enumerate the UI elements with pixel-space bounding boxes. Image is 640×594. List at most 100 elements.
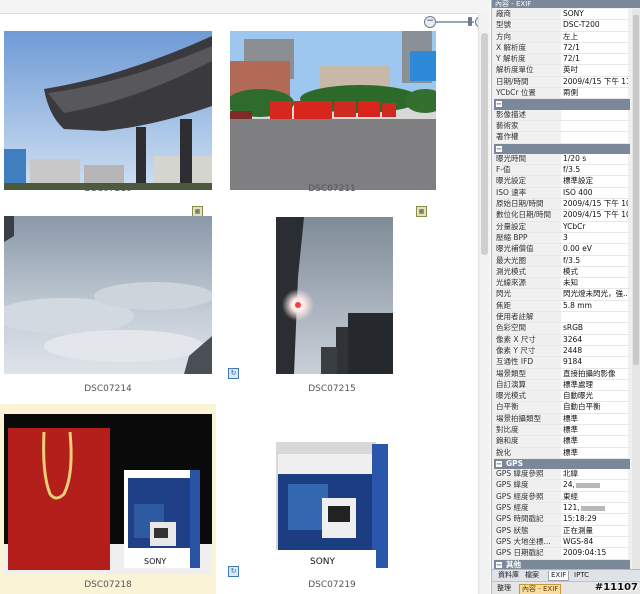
exif-row[interactable]: 方向 左上 bbox=[494, 31, 630, 43]
exif-row[interactable]: 閃光 閃光燈未閃光，強... bbox=[494, 289, 630, 301]
exif-row[interactable]: ISO 速率 ISO 400 bbox=[494, 187, 630, 200]
collapse-icon[interactable]: − bbox=[496, 145, 502, 152]
exif-row[interactable]: 像素 Y 尺寸 2448 bbox=[494, 345, 630, 358]
exif-key: 光線來源 bbox=[496, 278, 526, 288]
exif-key: 解析度單位 bbox=[496, 65, 534, 75]
section-header-gps[interactable]: − GPS bbox=[494, 458, 630, 470]
exif-row[interactable]: 色彩空間 sRGB bbox=[494, 323, 630, 335]
exif-row[interactable]: GPS 時間戳記 15:18:29 bbox=[494, 514, 630, 526]
thumbnail-item-selected[interactable]: SONY DSC07218 bbox=[0, 404, 216, 594]
collapse-icon[interactable]: − bbox=[496, 101, 502, 108]
exif-row[interactable]: 解析度單位 英吋 bbox=[494, 65, 630, 77]
exif-row[interactable]: 白平衡 自動白平衡 bbox=[494, 402, 630, 414]
exif-value-text: f/3.5 bbox=[563, 255, 581, 265]
scrollbar-thumb[interactable] bbox=[633, 15, 639, 365]
exif-row[interactable]: 型號 DSC-T200 bbox=[494, 20, 630, 32]
exif-row[interactable]: YCbCr 位置 兩側 bbox=[494, 88, 630, 100]
exif-key: 色彩空間 bbox=[496, 323, 526, 333]
footer-tab-properties-exif[interactable]: 內容 - EXIF bbox=[519, 584, 562, 594]
panel-scrollbar[interactable] bbox=[632, 9, 640, 569]
browser-toolbar bbox=[0, 0, 490, 14]
exif-row[interactable]: 互通性 IFD 9184 bbox=[494, 357, 630, 369]
exif-row[interactable]: 曝光模式 自動曝光 bbox=[494, 391, 630, 403]
exif-value: 15:18:29 bbox=[561, 514, 628, 525]
exif-row[interactable]: 分量設定 YCbCr bbox=[494, 221, 630, 233]
exif-row[interactable]: GPS 狀態 正在測量 bbox=[494, 525, 630, 537]
exif-value: 左上 bbox=[561, 31, 628, 42]
footer-tab-organize[interactable]: 整理 bbox=[495, 584, 513, 593]
exif-key: 著作權 bbox=[496, 132, 519, 142]
exif-key: 使用者註解 bbox=[496, 312, 534, 322]
rotate-icon[interactable]: ↻ bbox=[228, 368, 239, 379]
exif-row[interactable]: 場景類型 直接拍攝的影像 bbox=[494, 368, 630, 380]
exif-key: 廠商 bbox=[496, 9, 511, 18]
thumbnail-item[interactable]: DSC07210 bbox=[0, 15, 216, 199]
thumbnail-caption: DSC07218 bbox=[84, 580, 132, 590]
exif-key: Y 解析度 bbox=[496, 54, 526, 64]
tab-database[interactable]: 資料庫 bbox=[496, 571, 521, 580]
tab-iptc[interactable]: IPTC bbox=[572, 571, 591, 580]
scrollbar-thumb[interactable] bbox=[481, 33, 488, 255]
exif-row[interactable]: 曝光時間 1/20 s bbox=[494, 153, 630, 166]
exif-value-text: 直接拍攝的影像 bbox=[563, 368, 616, 378]
thumbnail-caption: DSC07219 bbox=[308, 580, 356, 590]
exif-row[interactable]: 自訂演算 標準處理 bbox=[494, 379, 630, 392]
exif-value-text: 閃光燈未閃光，強... bbox=[563, 289, 628, 299]
thumbnail-item[interactable]: ↻ SONY DSC07219 bbox=[224, 404, 440, 594]
rotate-icon[interactable]: ↻ bbox=[228, 566, 239, 577]
exif-row[interactable]: 測光模式 模式 bbox=[494, 266, 630, 279]
exif-row[interactable]: 曝光設定 標準設定 bbox=[494, 176, 630, 188]
exif-row[interactable]: 原始日期/時間 2009/4/15 下午 10:... bbox=[494, 199, 630, 211]
exif-row[interactable]: 對比度 標準 bbox=[494, 424, 630, 437]
exif-row[interactable]: F-值 f/3.5 bbox=[494, 165, 630, 177]
section-header-exif[interactable]: − bbox=[494, 143, 630, 154]
exif-row[interactable]: 數位化日期/時間 2009/4/15 下午 10:... bbox=[494, 210, 630, 222]
exif-row[interactable]: 日期/時間 2009/4/15 下午 11:... bbox=[494, 76, 630, 89]
photo-sun-skyline bbox=[276, 217, 393, 374]
thumbnail-item[interactable]: ▦ ↻ DSC07215 bbox=[224, 204, 440, 394]
collapse-icon[interactable]: − bbox=[496, 561, 502, 568]
exif-row[interactable]: GPS 日期戳記 2009:04:15 bbox=[494, 548, 630, 560]
section-header-image-info[interactable]: − bbox=[494, 99, 630, 110]
exif-row[interactable]: 銳化 標準 bbox=[494, 447, 630, 459]
exif-value: 1/20 s bbox=[561, 153, 628, 165]
exif-value: 3 bbox=[561, 232, 628, 244]
exif-row[interactable]: 飽和度 標準 bbox=[494, 436, 630, 448]
exif-value: 模式 bbox=[561, 266, 628, 278]
zoom-handle[interactable] bbox=[468, 17, 472, 26]
exif-row[interactable]: 藝術家 bbox=[494, 120, 630, 133]
exif-key: 白平衡 bbox=[496, 402, 519, 412]
exif-row[interactable]: GPS 經度參照 東經 bbox=[494, 491, 630, 504]
thumbnail-item[interactable]: ▦ DSC07214 bbox=[0, 204, 216, 394]
exif-row[interactable]: 著作權 bbox=[494, 132, 630, 144]
exif-row[interactable]: 影像描述 bbox=[494, 109, 630, 121]
exif-row[interactable]: 廠商 SONY bbox=[494, 9, 630, 21]
panel-tab-strip: 資料庫 檔案 EXIF IPTC bbox=[492, 569, 640, 581]
exif-row[interactable]: 使用者註解 bbox=[494, 312, 630, 324]
exif-value-text: 北緯 bbox=[563, 469, 578, 479]
exif-value: 未知 bbox=[561, 278, 628, 289]
exif-row[interactable]: GPS 緯度 24, bbox=[494, 480, 630, 492]
exif-row[interactable]: 最大光圈 f/3.5 bbox=[494, 255, 630, 267]
exif-value: DSC-T200 bbox=[561, 20, 628, 31]
exif-row[interactable]: 場景拍攝類型 標準 bbox=[494, 413, 630, 425]
exif-row[interactable]: 光線來源 未知 bbox=[494, 278, 630, 290]
thumbnail-scrollbar[interactable] bbox=[478, 13, 490, 594]
exif-value-text: 121, bbox=[563, 503, 580, 513]
exif-row[interactable]: 壓縮 BPP 3 bbox=[494, 232, 630, 245]
exif-row[interactable]: 焦距 5.8 mm bbox=[494, 300, 630, 313]
exif-row[interactable]: GPS 經度 121, bbox=[494, 503, 630, 515]
tab-file[interactable]: 檔案 bbox=[523, 571, 541, 580]
thumbnail-item[interactable]: DSC07211 bbox=[224, 15, 440, 199]
exif-row[interactable]: Y 解析度 72/1 bbox=[494, 54, 630, 66]
exif-row[interactable]: GPS 緯度參照 北緯 bbox=[494, 469, 630, 481]
exif-row[interactable]: 曝光補償值 0.00 eV bbox=[494, 244, 630, 256]
exif-row[interactable]: X 解析度 72/1 bbox=[494, 42, 630, 55]
tab-exif[interactable]: EXIF bbox=[548, 571, 570, 581]
exif-value-text: 標準 bbox=[563, 447, 578, 457]
redacted-value bbox=[575, 482, 600, 488]
exif-row[interactable]: 像素 X 尺寸 3264 bbox=[494, 334, 630, 346]
collapse-icon[interactable]: − bbox=[496, 460, 502, 467]
exif-row[interactable]: GPS 大地坐標... WGS-84 bbox=[494, 536, 630, 549]
exif-key: 焦距 bbox=[496, 300, 511, 310]
